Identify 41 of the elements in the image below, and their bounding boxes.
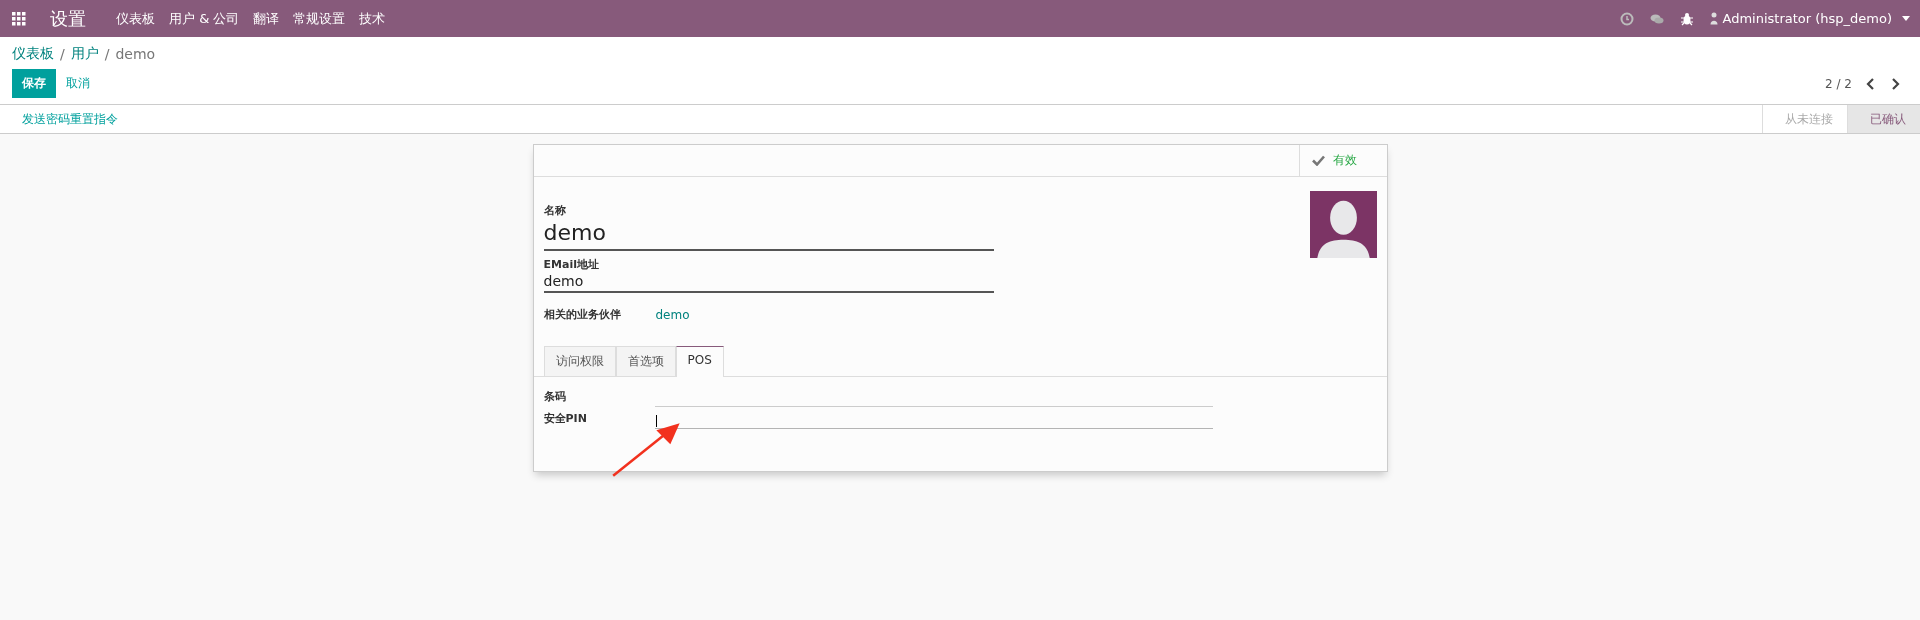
name-field[interactable]: demo: [543, 218, 994, 251]
menu-item[interactable]: 技术: [359, 9, 386, 28]
grid-icon[interactable]: [12, 11, 26, 26]
field-label: EMail地址: [543, 257, 600, 272]
email-field[interactable]: demo: [543, 272, 994, 293]
save-button[interactable]: 保存: [12, 69, 56, 98]
reset-password-button[interactable]: 发送密码重置指令: [0, 110, 140, 128]
field-label: 条码: [543, 389, 567, 405]
field-label: 名称: [543, 203, 567, 218]
breadcrumb-separator: /: [60, 46, 65, 62]
status-stage[interactable]: 已确认: [1847, 105, 1920, 133]
field-label: 相关的业务伙伴: [543, 307, 622, 322]
partner-link[interactable]: demo: [655, 307, 690, 322]
check-icon: [1311, 155, 1325, 166]
menu-item[interactable]: 仪表板: [116, 9, 155, 28]
person-icon: [1710, 12, 1719, 25]
chevron-left-icon[interactable]: [1866, 77, 1876, 90]
user-menu[interactable]: Administrator (hsp_demo): [1710, 11, 1910, 26]
clock-icon[interactable]: [1620, 11, 1635, 26]
tab[interactable]: POS: [675, 346, 724, 377]
caret-icon: [1902, 16, 1910, 21]
avatar-silhouette: [1309, 191, 1377, 258]
input-field[interactable]: [654, 412, 1213, 429]
tab[interactable]: 首选项: [615, 346, 676, 376]
breadcrumb-separator: /: [104, 46, 110, 62]
app-title: 设置: [50, 6, 86, 31]
annotation-arrow: [611, 421, 682, 477]
menu-item[interactable]: 翻译: [253, 9, 280, 28]
menu-item[interactable]: 用户 & 公司: [169, 9, 240, 28]
tab[interactable]: 访问权限: [543, 346, 616, 376]
bug-icon[interactable]: [1680, 11, 1695, 26]
chevron-right-icon[interactable]: [1890, 77, 1900, 90]
text-cursor: [655, 415, 657, 427]
cancel-link[interactable]: 取消: [66, 75, 90, 92]
field-label: 安全PIN: [543, 411, 588, 427]
breadcrumb-link[interactable]: 用户: [70, 45, 99, 63]
active-toggle-button[interactable]: 有效: [1298, 145, 1387, 176]
pager-value: 2 / 2: [1825, 76, 1852, 91]
menu-item[interactable]: 常规设置: [293, 9, 346, 28]
breadcrumb-current: demo: [115, 46, 156, 62]
breadcrumb-link[interactable]: 仪表板: [12, 45, 54, 63]
